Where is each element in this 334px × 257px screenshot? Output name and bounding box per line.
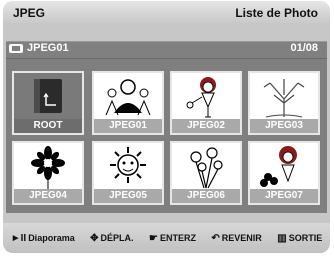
flowers-icon xyxy=(190,147,223,189)
thumb-jpeg04[interactable]: JPEG04 xyxy=(12,141,84,205)
enter-button[interactable]: ☛ ENTERZ xyxy=(149,233,196,244)
thumb-jpeg06[interactable]: JPEG06 xyxy=(170,141,242,205)
slideshow-button[interactable]: ►II Diaporama xyxy=(11,233,75,244)
breadcrumb: JPEG01 xyxy=(9,42,69,54)
thumb-jpeg03[interactable]: JPEG03 xyxy=(248,71,320,135)
thumb-label: JPEG06 xyxy=(172,189,240,203)
mode-title: Liste de Photo xyxy=(235,6,318,20)
thumb-jpeg07[interactable]: JPEG07 xyxy=(248,141,320,205)
enter-icon: ☛ xyxy=(149,232,158,244)
folder-icon xyxy=(34,79,62,113)
thumbnail-grid: ROOT JPEG01 JPEG02 JPEG03 JPEG04 JPEG05 … xyxy=(6,59,327,213)
cartoon-girl-icon xyxy=(186,77,216,118)
exit-button[interactable]: ▥ SORTIE xyxy=(277,233,322,244)
thumb-jpeg05[interactable]: JPEG05 xyxy=(92,141,164,205)
slideshow-label: Diaporama xyxy=(28,233,75,243)
thumb-label: JPEG02 xyxy=(172,119,240,133)
thumb-label: JPEG04 xyxy=(14,189,82,203)
thumb-jpeg01[interactable]: JPEG01 xyxy=(92,71,164,135)
thumb-root[interactable]: ROOT xyxy=(12,71,84,135)
page-counter: 01/08 xyxy=(290,42,318,54)
exit-label: SORTIE xyxy=(288,233,323,243)
thumb-label: JPEG07 xyxy=(250,189,318,203)
thumb-jpeg02[interactable]: JPEG02 xyxy=(170,71,242,135)
folder-icon xyxy=(9,43,23,53)
thumb-label: ROOT xyxy=(14,119,82,133)
flower-icon xyxy=(31,146,65,189)
exit-icon: ▥ xyxy=(277,232,287,244)
back-button[interactable]: ↶ REVENIR xyxy=(211,233,261,244)
move-button[interactable]: ✥ DÉPLA. xyxy=(90,233,133,244)
play-pause-icon: ►II xyxy=(10,232,27,244)
girl-with-flowers-icon xyxy=(260,146,297,187)
move-label: DÉPLA. xyxy=(100,233,134,243)
return-icon: ↶ xyxy=(211,232,220,244)
header-title: JPEG xyxy=(13,6,46,20)
header-bar: JPEG Liste de Photo xyxy=(3,1,330,23)
footer-bar: ►II Diaporama ✥ DÉPLA. ☛ ENTERZ ↶ REVENI… xyxy=(3,223,330,253)
breadcrumb-folder: JPEG01 xyxy=(27,42,69,54)
tree-icon xyxy=(263,79,305,118)
back-label: REVENIR xyxy=(221,233,262,243)
photo-list-window: JPEG Liste de Photo JPEG01 01/08 ROOT JP… xyxy=(3,1,330,253)
sun-icon xyxy=(110,147,146,183)
people-drawing-icon xyxy=(105,79,151,116)
direction-pad-icon: ✥ xyxy=(90,232,99,244)
thumb-label: JPEG01 xyxy=(94,119,162,133)
thumb-label: JPEG03 xyxy=(250,119,318,133)
thumb-label: JPEG05 xyxy=(94,189,162,203)
enter-label: ENTERZ xyxy=(159,233,196,243)
